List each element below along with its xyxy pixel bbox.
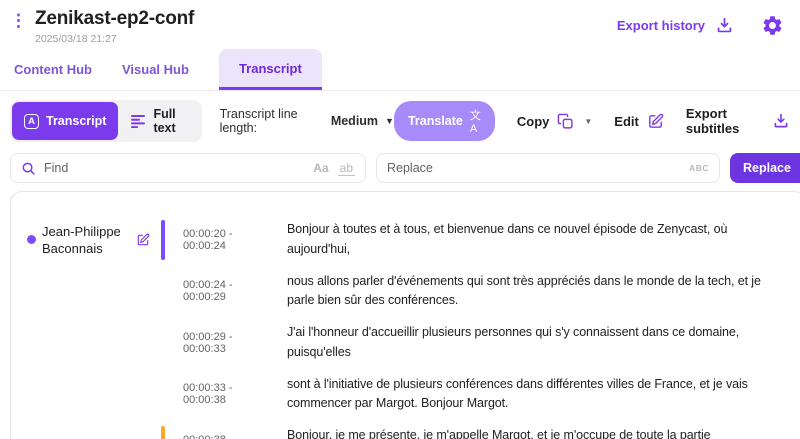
search-icon [21, 161, 36, 176]
find-input[interactable] [44, 161, 314, 175]
find-box: Aa ab [10, 153, 366, 183]
segment-text[interactable]: nous allons parler d'événements qui sont… [287, 272, 789, 312]
speaker-cell: Jean-Philippe Baconnais [27, 223, 161, 257]
transcript-row: Margaux Pirat 00:00:38 - 00:00:45 Bonjou… [27, 426, 789, 439]
whole-word-toggle[interactable]: ab [337, 161, 355, 176]
edit-label: Edit [614, 113, 639, 129]
speaker-bar [161, 220, 165, 260]
fulltext-view-button[interactable]: Full text [118, 102, 199, 140]
edit-button[interactable]: Edit [614, 113, 664, 130]
translate-icon: 文A [469, 110, 481, 135]
line-length-label: Transcript line length: [219, 107, 298, 135]
letter-a-icon: A [24, 113, 39, 129]
speaker-bar [161, 426, 165, 439]
segment-timestamp: 00:00:29 - 00:00:33 [183, 330, 233, 355]
fulltext-view-label: Full text [153, 107, 176, 135]
replace-button-label: Replace [743, 161, 791, 175]
transcript-row: 00:00:33 - 00:00:38 sont à l'initiative … [27, 375, 789, 415]
preserve-case-toggle[interactable]: ABC [689, 163, 709, 173]
replace-button[interactable]: Replace ▼ [730, 153, 800, 183]
line-length-value: Medium [330, 114, 379, 128]
tab-transcript[interactable]: Transcript [218, 49, 322, 90]
transcript-row: 00:00:24 - 00:00:29 nous allons parler d… [27, 272, 789, 312]
tab-content-hub[interactable]: Content Hub [14, 50, 92, 90]
view-mode-toggle: A Transcript Full text [10, 100, 202, 142]
edit-pencil-icon [647, 113, 664, 130]
transcript-row: 00:00:29 - 00:00:33 J'ai l'honneur d'acc… [27, 323, 789, 363]
download-icon [772, 112, 790, 130]
speaker-name: Jean-Philippe Baconnais [42, 223, 121, 256]
segment-text[interactable]: Bonjour à toutes et à tous, et bienvenue… [287, 220, 789, 260]
download-icon [715, 16, 734, 35]
chevron-down-icon: ▼ [385, 116, 394, 126]
text-lines-icon [130, 114, 146, 128]
replace-input[interactable] [387, 161, 690, 175]
replace-box: ABC [376, 153, 720, 183]
edit-speaker-icon[interactable] [136, 233, 150, 247]
translate-button[interactable]: Translate 文A [393, 101, 495, 141]
segment-timestamp: 00:00:38 - 00:00:45 [183, 434, 275, 439]
transcript-view-label: Transcript [46, 114, 107, 128]
segment-timestamp: 00:00:33 - 00:00:38 [183, 382, 233, 407]
kebab-menu-icon[interactable]: ⋮ [10, 12, 27, 29]
export-subtitles-label: Export subtitles [685, 106, 740, 136]
copy-options-caret-icon[interactable]: ▼ [584, 117, 592, 126]
transcript-view-button[interactable]: A Transcript [12, 102, 119, 140]
segment-text[interactable]: Bonjour, je me présente, je m'appelle Ma… [287, 426, 789, 439]
tab-visual-hub[interactable]: Visual Hub [122, 50, 189, 90]
tab-bar: Content Hub Visual Hub Transcript [0, 49, 800, 91]
match-case-toggle[interactable]: Aa [313, 161, 328, 175]
export-history-link[interactable]: Export history [617, 16, 734, 35]
header: ⋮ Zenikast-ep2-conf 2025/03/18 21:27 Exp… [0, 0, 800, 47]
settings-gear-icon[interactable] [761, 14, 784, 37]
line-length-dropdown[interactable]: Transcript line length: Medium ▼ [220, 107, 394, 135]
segment-text[interactable]: J'ai l'honneur d'accueillir plusieurs pe… [287, 323, 789, 363]
translate-label: Translate [407, 114, 463, 128]
copy-button[interactable]: Copy ▼ [517, 113, 592, 130]
transcript-panel: Jean-Philippe Baconnais 00:00:20 - 00:00… [10, 191, 800, 439]
copy-label: Copy [516, 113, 550, 129]
created-date: 2025/03/18 21:27 [35, 33, 117, 45]
copy-icon [557, 113, 574, 130]
transcript-row: Jean-Philippe Baconnais 00:00:20 - 00:00… [27, 220, 789, 260]
transcript-toolbar: A Transcript Full text Transcript line l… [0, 91, 800, 146]
segment-timestamp: 00:00:20 - 00:00:24 [183, 227, 233, 252]
export-history-label: Export history [616, 18, 705, 33]
find-replace-bar: Aa ab ABC Replace ▼ [10, 153, 800, 183]
page-title: Zenikast-ep2-conf [35, 8, 195, 29]
segment-timestamp: 00:00:24 - 00:00:29 [183, 279, 233, 304]
speaker-color-dot [27, 235, 36, 245]
export-subtitles-button[interactable]: Export subtitles [686, 106, 790, 136]
segment-text[interactable]: sont à l'initiative de plusieurs confére… [287, 375, 789, 415]
